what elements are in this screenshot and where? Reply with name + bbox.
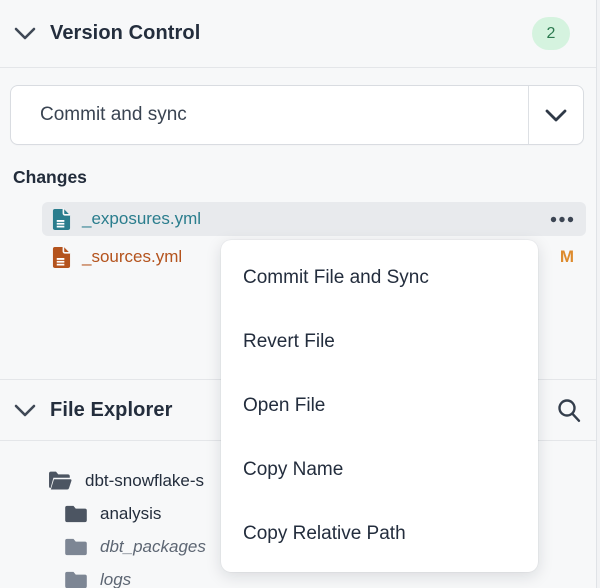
chevron-down-icon bbox=[545, 109, 567, 122]
tree-item-label: dbt-snowflake-s bbox=[85, 471, 204, 491]
commit-and-sync-button[interactable]: Commit and sync bbox=[10, 85, 584, 145]
menu-item-revert-file[interactable]: Revert File bbox=[221, 310, 538, 374]
commit-options-dropdown-button[interactable] bbox=[528, 86, 583, 144]
tree-item-label: dbt_packages bbox=[100, 537, 206, 557]
search-icon bbox=[556, 397, 582, 424]
folder-icon bbox=[65, 538, 87, 556]
panel-scrollbar-track[interactable] bbox=[596, 0, 600, 588]
menu-item-commit-file-and-sync[interactable]: Commit File and Sync bbox=[221, 246, 538, 310]
changes-count-badge: 2 bbox=[532, 17, 570, 50]
version-control-sidebar: Version Control 2 Commit and sync Change… bbox=[0, 0, 600, 588]
menu-item-open-file[interactable]: Open File bbox=[221, 374, 538, 438]
file-context-menu: Commit File and Sync Revert File Open Fi… bbox=[221, 240, 538, 572]
changes-section-label: Changes bbox=[13, 167, 87, 188]
file-explorer-title: File Explorer bbox=[50, 399, 172, 422]
version-control-title: Version Control bbox=[50, 22, 200, 45]
file-actions-ellipsis-button[interactable] bbox=[550, 214, 574, 225]
yml-file-icon bbox=[52, 246, 71, 269]
folder-icon bbox=[65, 505, 87, 523]
tree-item-label: analysis bbox=[100, 504, 161, 524]
menu-item-copy-relative-path[interactable]: Copy Relative Path bbox=[221, 502, 538, 566]
changed-file-name: _sources.yml bbox=[82, 247, 182, 267]
chevron-down-icon[interactable] bbox=[14, 404, 36, 417]
modified-status-badge: M bbox=[560, 247, 574, 267]
chevron-down-icon[interactable] bbox=[14, 27, 36, 40]
menu-item-copy-name[interactable]: Copy Name bbox=[221, 438, 538, 502]
changed-file-row-exposures[interactable]: _exposures.yml bbox=[42, 202, 586, 236]
yml-file-icon bbox=[52, 208, 71, 231]
version-control-header[interactable]: Version Control 2 bbox=[0, 0, 600, 68]
folder-icon bbox=[65, 571, 87, 588]
tree-item-label: logs bbox=[100, 570, 131, 588]
folder-open-icon bbox=[47, 471, 72, 491]
ellipsis-icon bbox=[550, 216, 574, 223]
changed-file-name: _exposures.yml bbox=[82, 209, 201, 229]
search-button[interactable] bbox=[556, 397, 582, 424]
commit-and-sync-label: Commit and sync bbox=[11, 104, 187, 126]
